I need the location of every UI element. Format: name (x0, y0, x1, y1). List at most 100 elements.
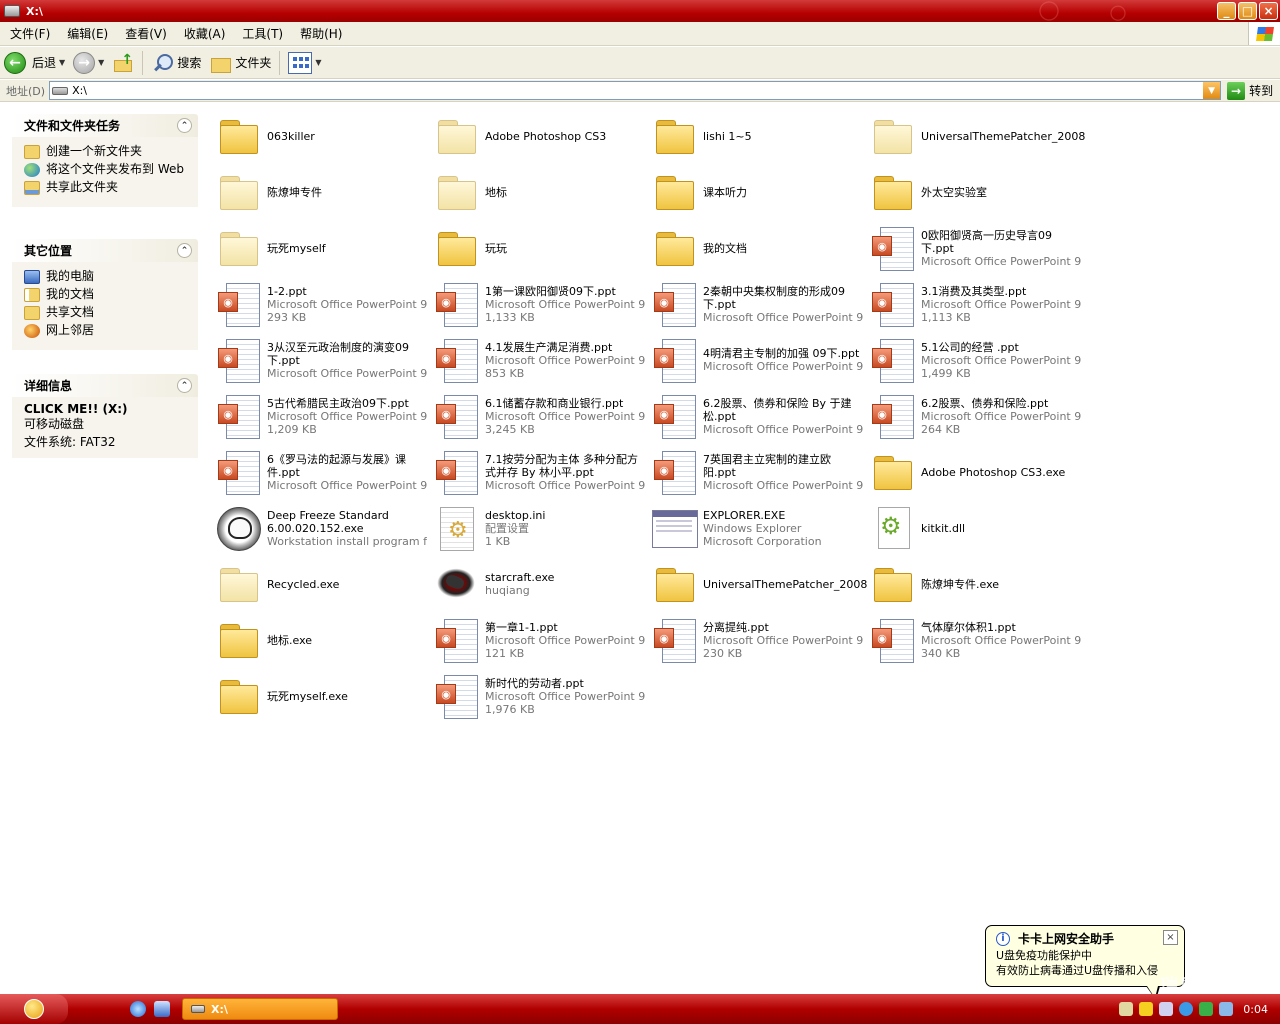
folder-icon (432, 168, 480, 216)
views-dropdown-icon[interactable]: ▼ (315, 58, 321, 67)
file-item[interactable]: 玩玩 (432, 220, 650, 276)
file-item[interactable]: 陈燎坤专件 (214, 164, 432, 220)
file-item[interactable]: 1第一课欧阳御贤09下.pptMicrosoft Office PowerPoi… (432, 276, 650, 332)
file-item[interactable]: 4明清君主专制的加强 09下.pptMicrosoft Office Power… (650, 332, 868, 388)
address-dropdown-icon[interactable]: ▼ (1203, 82, 1221, 99)
notification-balloon[interactable]: i 卡卡上网安全助手 × U盘免疫功能保护中 有效防止病毒通过U盘传播和入侵 (985, 925, 1185, 1000)
file-view[interactable]: 063killer Adobe Photoshop CS3 lishi 1~5 Uni… (208, 102, 1280, 994)
file-item[interactable]: 第一章1-1.pptMicrosoft Office PowerPoint 9.… (432, 612, 650, 668)
minimize-button[interactable]: _ (1217, 2, 1236, 20)
file-item[interactable]: 6.1储蓄存款和商业银行.pptMicrosoft Office PowerPo… (432, 388, 650, 444)
search-button[interactable]: 搜索 (147, 49, 205, 77)
share-folder-link[interactable]: 共享此文件夹 (24, 181, 190, 195)
file-tasks-header[interactable]: 文件和文件夹任务 ⌃ (12, 114, 198, 137)
menu-edit[interactable]: 编辑(E) (57, 25, 115, 42)
file-item[interactable]: Recycled.exe (214, 556, 432, 612)
file-item[interactable]: kitkit.dll (868, 500, 1086, 556)
my-documents-link[interactable]: 我的文档 (24, 288, 190, 302)
file-item[interactable]: 气体摩尔体积1.pptMicrosoft Office PowerPoint 9… (868, 612, 1086, 668)
back-dropdown-icon[interactable]: ▼ (59, 58, 65, 67)
file-item[interactable]: UniversalThemePatcher_2008... (868, 108, 1086, 164)
collapse-chevron-icon[interactable]: ⌃ (177, 243, 192, 258)
go-button[interactable]: → 转到 (1227, 81, 1273, 100)
file-item[interactable]: lishi 1~5 (650, 108, 868, 164)
other-places-header[interactable]: 其它位置 ⌃ (12, 239, 198, 262)
balloon-title: 卡卡上网安全助手 (1018, 932, 1115, 946)
file-item[interactable]: Adobe Photoshop CS3 (432, 108, 650, 164)
safely-remove-icon[interactable] (1199, 1002, 1214, 1016)
back-button[interactable]: ← 后退 ▼ (0, 49, 69, 77)
taskbar: X:\ 0:04 (0, 994, 1280, 1024)
new-folder-link[interactable]: 创建一个新文件夹 (24, 145, 190, 159)
maximize-button[interactable]: □ (1238, 2, 1257, 20)
file-item[interactable]: 4.1发展生产满足消费.pptMicrosoft Office PowerPoi… (432, 332, 650, 388)
balloon-close-button[interactable]: × (1163, 930, 1178, 945)
title-bar[interactable]: X:\ _ □ × (0, 0, 1280, 22)
file-item[interactable]: 我的文档 (650, 220, 868, 276)
file-text: 外太空实验室 (921, 186, 1081, 199)
file-item[interactable]: 新时代的劳动者.pptMicrosoft Office PowerPoint 9… (432, 668, 650, 724)
file-item[interactable]: 2秦朝中央集权制度的形成09下.pptMicrosoft Office Powe… (650, 276, 868, 332)
close-button[interactable]: × (1259, 2, 1278, 20)
file-item[interactable]: 地标.exe (214, 612, 432, 668)
file-item[interactable]: starcraft.exe huqiang (432, 556, 650, 612)
clock[interactable]: 0:04 (1243, 1003, 1268, 1016)
menu-file[interactable]: 文件(F) (0, 25, 57, 42)
file-item[interactable]: 课本听力 (650, 164, 868, 220)
file-item[interactable]: 5古代希腊民主政治09下.pptMicrosoft Office PowerPo… (214, 388, 432, 444)
my-computer-link[interactable]: 我的电脑 (24, 270, 190, 284)
file-item[interactable]: 玩死myself (214, 220, 432, 276)
file-item[interactable]: 玩死myself.exe (214, 668, 432, 724)
file-item[interactable]: 陈燎坤专件.exe (868, 556, 1086, 612)
views-button[interactable]: ▼ (284, 49, 325, 77)
publish-web-link[interactable]: 将这个文件夹发布到 Web (24, 163, 190, 177)
file-name: Adobe Photoshop CS3 (485, 129, 607, 143)
file-item[interactable]: 6《罗马法的起源与发展》课件.pptMicrosoft Office Power… (214, 444, 432, 500)
network-places-link[interactable]: 网上邻居 (24, 324, 190, 338)
menu-tools[interactable]: 工具(T) (232, 25, 290, 42)
file-item[interactable]: Deep Freeze Standard 6.00.020.152.exe Wor… (214, 500, 432, 556)
file-item[interactable]: 1-2.pptMicrosoft Office PowerPoint 9...2… (214, 276, 432, 332)
file-item[interactable]: 5.1公司的经营 .pptMicrosoft Office PowerPoint… (868, 332, 1086, 388)
file-item[interactable]: 7.1按劳分配为主体 多种分配方式并存 By 林小平.pptMicrosoft … (432, 444, 650, 500)
start-button[interactable] (0, 994, 68, 1024)
internet-explorer-icon[interactable] (130, 1001, 146, 1017)
antivirus-icon[interactable] (1179, 1002, 1194, 1016)
details-title: 详细信息 (24, 379, 73, 393)
menu-help[interactable]: 帮助(H) (290, 25, 349, 42)
file-item[interactable]: 0欧阳御贤高一历史导言09下.pptMicrosoft Office Power… (868, 220, 1086, 276)
taskbar-window-button[interactable]: X:\ (182, 998, 338, 1020)
menu-view[interactable]: 查看(V) (115, 25, 174, 42)
forward-button[interactable]: → ▼ (69, 49, 108, 77)
menu-favorites[interactable]: 收藏(A) (174, 25, 233, 42)
forward-dropdown-icon[interactable]: ▼ (98, 58, 104, 67)
file-item[interactable]: 6.2股票、债券和保险.pptMicrosoft Office PowerPoi… (868, 388, 1086, 444)
folders-button[interactable]: 文件夹 (205, 49, 275, 77)
file-item[interactable]: 7英国君主立宪制的建立欧阳.pptMicrosoft Office PowerP… (650, 444, 868, 500)
keyboard-icon[interactable] (1119, 1002, 1134, 1016)
address-label: 地址(D) (6, 84, 46, 98)
file-item[interactable]: UniversalThemePatcher_2008... (650, 556, 868, 612)
security-icon[interactable] (1159, 1002, 1174, 1016)
file-item[interactable]: 分离提纯.pptMicrosoft Office PowerPoint 9...… (650, 612, 868, 668)
go-arrow-icon: → (1227, 81, 1246, 100)
shield-icon[interactable] (1139, 1002, 1154, 1016)
file-item[interactable]: 6.2股票、债券和保险 By 于建松.pptMicrosoft Office P… (650, 388, 868, 444)
file-item[interactable]: desktop.ini配置设置1 KB (432, 500, 650, 556)
file-item[interactable]: EXPLORER.EXE Windows Explorer Microsoft Co… (650, 500, 868, 556)
network-icon[interactable] (1219, 1002, 1234, 1016)
collapse-chevron-icon[interactable]: ⌃ (177, 118, 192, 133)
file-item[interactable]: 3从汉至元政治制度的演变09下.pptMicrosoft Office Powe… (214, 332, 432, 388)
file-item[interactable]: 外太空实验室 (868, 164, 1086, 220)
show-desktop-icon[interactable] (154, 1001, 170, 1017)
details-header[interactable]: 详细信息 ⌃ (12, 374, 198, 397)
network-places-icon (24, 324, 40, 338)
file-item[interactable]: 063killer (214, 108, 432, 164)
shared-documents-link[interactable]: 共享文档 (24, 306, 190, 320)
file-item[interactable]: 3.1消费及其类型.pptMicrosoft Office PowerPoint… (868, 276, 1086, 332)
file-item[interactable]: Adobe Photoshop CS3.exe (868, 444, 1086, 500)
address-input[interactable]: X:\ ▼ (49, 81, 1222, 100)
up-button[interactable]: ↑ (108, 49, 138, 77)
collapse-chevron-icon[interactable]: ⌃ (177, 378, 192, 393)
file-item[interactable]: 地标 (432, 164, 650, 220)
